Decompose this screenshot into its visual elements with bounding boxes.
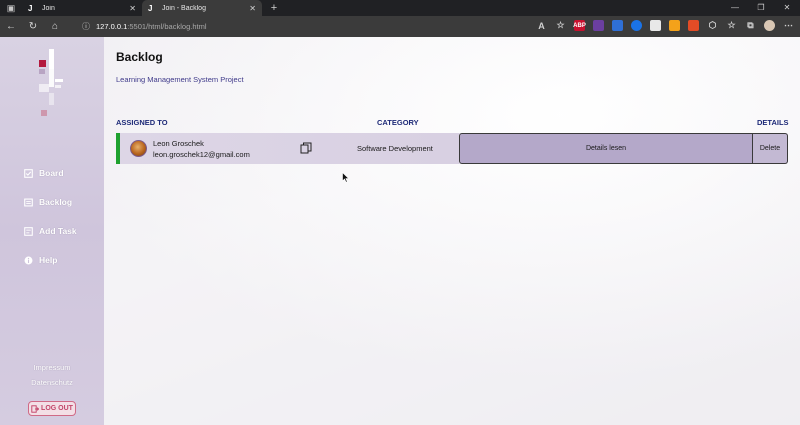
back-icon[interactable]: ← [0,21,22,32]
more-menu-icon[interactable]: ⋯ [783,20,794,31]
close-tab-icon[interactable]: ✕ [129,4,136,13]
task-category: Software Development [357,144,433,153]
new-tab-button[interactable]: + [266,0,282,16]
home-icon[interactable]: ⌂ [44,21,66,32]
impressum-link[interactable]: Impressum [0,363,104,372]
join-favicon-icon: J [148,3,153,13]
tab-title: Join [42,4,55,12]
main-content: Backlog Learning Management System Proje… [104,37,800,425]
backlog-icon [24,198,33,206]
backlog-row: Leon Groschek leon.groschek12@gmail.com … [116,133,788,164]
tab-title: Join - Backlog [162,4,206,12]
tab-actions-icon[interactable]: ▣ [0,0,22,16]
sidebar-item-label: Help [39,255,58,265]
project-subtitle: Learning Management System Project [116,75,244,84]
sidebar-item-add-task[interactable]: Add Task [24,226,77,236]
close-tab-icon[interactable]: ✕ [249,4,256,13]
sidebar: Board Backlog Add Task Help Impressum Da… [0,37,104,425]
extension-icon[interactable] [593,20,604,31]
read-aloud-icon[interactable]: A [536,20,547,31]
maximize-icon[interactable]: ❐ [748,0,774,16]
favorites-icon[interactable]: ☆ [726,20,737,31]
profile-avatar-icon[interactable] [764,20,775,31]
copy-icon[interactable] [300,142,312,154]
extension-icon[interactable] [612,20,623,31]
logout-button[interactable]: LOG OUT [28,401,76,416]
column-header-details: DETAILS [757,118,789,127]
help-icon [24,256,33,264]
browser-tab-backlog[interactable]: J Join - Backlog ✕ [142,0,262,16]
mouse-cursor-icon [342,172,350,183]
bitwarden-icon[interactable] [631,20,642,31]
avatar [130,140,147,157]
sidebar-item-label: Board [39,168,64,178]
close-window-icon[interactable]: ✕ [774,0,800,16]
sidebar-item-label: Add Task [39,226,77,236]
url-host: 127.0.0.1 [96,22,128,31]
extension-icons: A ☆ ABP ⬡ ☆ ⧉ ⋯ [536,20,794,31]
extension-icon[interactable] [669,20,680,31]
row-main: Leon Groschek leon.groschek12@gmail.com … [120,133,459,164]
logout-icon [31,404,40,413]
sidebar-item-label: Backlog [39,197,73,207]
page-title: Backlog [116,50,163,64]
site-info-icon[interactable]: ⓘ [82,21,90,32]
reload-icon[interactable]: ↻ [22,21,44,32]
logout-label: LOG OUT [41,405,73,412]
collections-icon[interactable]: ⧉ [745,20,756,31]
datenschutz-link[interactable]: Datenschutz [0,378,104,387]
window-controls: — ❐ ✕ [722,0,800,16]
favorite-add-icon[interactable]: ☆ [555,20,566,31]
browser-tab-join[interactable]: J Join ✕ [22,0,142,16]
extension-icon[interactable] [650,20,661,31]
address-bar[interactable]: ⓘ 127.0.0.1:5501/html/backlog.html [76,18,516,35]
url-path: :5501/html/backlog.html [127,22,207,31]
sidebar-item-backlog[interactable]: Backlog [24,197,72,207]
assignee-email: leon.groschek12@gmail.com [153,150,250,159]
browser-tab-bar: ▣ J Join ✕ J Join - Backlog ✕ + — ❐ ✕ [0,0,800,16]
assignee-name: Leon Groschek [153,139,204,148]
adblock-icon[interactable]: ABP [573,20,586,31]
join-logo-icon [39,49,63,116]
page: Board Backlog Add Task Help Impressum Da… [0,37,800,425]
extension-icon[interactable] [688,20,699,31]
column-header-category: CATEGORY [377,118,419,127]
delete-button[interactable]: Delete [753,133,788,164]
join-favicon-icon: J [28,3,33,13]
board-icon [24,168,33,178]
sidebar-item-board[interactable]: Board [24,168,64,178]
column-header-assigned: ASSIGNED TO [116,118,168,127]
extensions-puzzle-icon[interactable]: ⬡ [707,20,718,31]
browser-toolbar: ← ↻ ⌂ ⓘ 127.0.0.1:5501/html/backlog.html… [0,16,800,37]
details-button[interactable]: Details lesen [459,133,753,164]
add-task-icon [24,226,33,236]
minimize-icon[interactable]: — [722,0,748,16]
sidebar-item-help[interactable]: Help [24,255,57,265]
